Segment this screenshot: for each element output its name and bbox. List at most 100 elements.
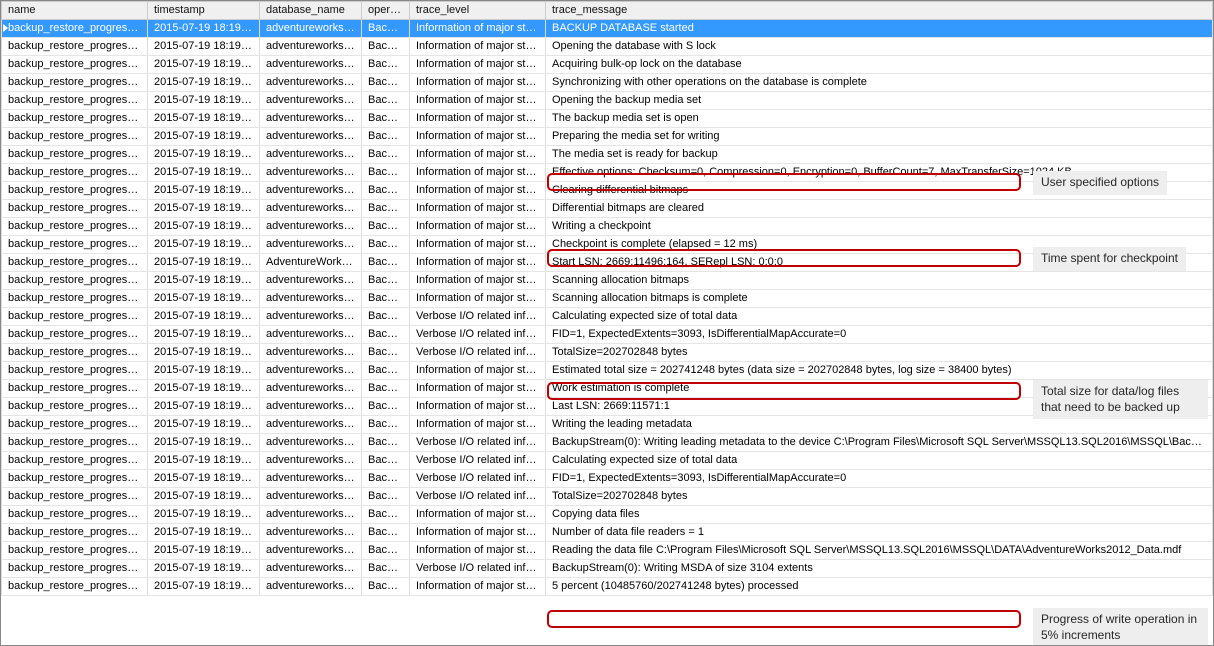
cell-name: backup_restore_progress_trace [2,380,148,398]
cell-operation: Backup [362,20,410,38]
col-header-trace-level[interactable]: trace_level [410,2,546,20]
cell-timestamp: 2015-07-19 18:19:56.... [148,470,260,488]
cell-timestamp: 2015-07-19 18:19:56.... [148,362,260,380]
table-row[interactable]: backup_restore_progress_trace2015-07-19 … [2,110,1213,128]
cell-timestamp: 2015-07-19 18:19:56.... [148,524,260,542]
table-row[interactable]: backup_restore_progress_trace2015-07-19 … [2,344,1213,362]
cell-message: Opening the backup media set [546,92,1213,110]
table-row[interactable]: backup_restore_progress_trace2015-07-19 … [2,236,1213,254]
cell-name: backup_restore_progress_trace [2,200,148,218]
cell-level: Verbose I/O related informati... [410,488,546,506]
table-row[interactable]: backup_restore_progress_trace2015-07-19 … [2,452,1213,470]
cell-name: backup_restore_progress_trace [2,506,148,524]
cell-name: backup_restore_progress_trace [2,56,148,74]
cell-timestamp: 2015-07-19 18:19:56.... [148,74,260,92]
cell-name: backup_restore_progress_trace [2,146,148,164]
cell-level: Information of major steps in ... [410,578,546,596]
table-row[interactable]: backup_restore_progress_trace2015-07-19 … [2,578,1213,596]
col-header-operation[interactable]: operati... [362,2,410,20]
table-row[interactable]: backup_restore_progress_trace2015-07-19 … [2,164,1213,182]
table-row[interactable]: backup_restore_progress_trace2015-07-19 … [2,308,1213,326]
cell-level: Information of major steps in ... [410,218,546,236]
cell-name: backup_restore_progress_trace [2,398,148,416]
cell-timestamp: 2015-07-19 18:19:56.... [148,110,260,128]
cell-timestamp: 2015-07-19 18:19:56.... [148,434,260,452]
cell-database: adventureworks2012 [260,128,362,146]
table-row[interactable]: backup_restore_progress_trace2015-07-19 … [2,470,1213,488]
cell-name: backup_restore_progress_trace [2,524,148,542]
callout-label-totalsize: Total size for data/log files that need … [1033,380,1208,419]
cell-timestamp: 2015-07-19 18:19:56.... [148,20,260,38]
cell-operation: Backup [362,506,410,524]
table-row[interactable]: backup_restore_progress_trace2015-07-19 … [2,272,1213,290]
table-row[interactable]: backup_restore_progress_trace2015-07-19 … [2,218,1213,236]
cell-message: FID=1, ExpectedExtents=3093, IsDifferent… [546,326,1213,344]
cell-timestamp: 2015-07-19 18:19:56.... [148,272,260,290]
cell-timestamp: 2015-07-19 18:19:56.... [148,236,260,254]
cell-timestamp: 2015-07-19 18:19:56.... [148,380,260,398]
table-row[interactable]: backup_restore_progress_trace2015-07-19 … [2,560,1213,578]
table-row[interactable]: backup_restore_progress_trace2015-07-19 … [2,38,1213,56]
cell-level: Verbose I/O related informati... [410,452,546,470]
table-row[interactable]: backup_restore_progress_trace2015-07-19 … [2,542,1213,560]
cell-database: adventureworks2012 [260,452,362,470]
table-row[interactable]: backup_restore_progress_trace2015-07-19 … [2,74,1213,92]
cell-operation: Backup [362,146,410,164]
table-row[interactable]: backup_restore_progress_trace2015-07-19 … [2,362,1213,380]
cell-message: Copying data files [546,506,1213,524]
trace-table[interactable]: name timestamp database_name operati... … [1,1,1213,596]
cell-level: Information of major steps in ... [410,254,546,272]
cell-level: Verbose I/O related informati... [410,308,546,326]
cell-database: adventureworks2012 [260,578,362,596]
header-row[interactable]: name timestamp database_name operati... … [2,2,1213,20]
table-row[interactable]: backup_restore_progress_trace2015-07-19 … [2,92,1213,110]
cell-timestamp: 2015-07-19 18:19:56.... [148,560,260,578]
table-row[interactable]: backup_restore_progress_trace2015-07-19 … [2,398,1213,416]
cell-timestamp: 2015-07-19 18:19:56.... [148,308,260,326]
cell-operation: Backup [362,326,410,344]
cell-level: Verbose I/O related informati... [410,326,546,344]
cell-level: Information of major steps in ... [410,182,546,200]
cell-operation: Backup [362,578,410,596]
cell-database: adventureworks2012 [260,38,362,56]
table-row[interactable]: backup_restore_progress_trace2015-07-19 … [2,128,1213,146]
col-header-database-name[interactable]: database_name [260,2,362,20]
table-row[interactable]: backup_restore_progress_trace2015-07-19 … [2,146,1213,164]
cell-operation: Backup [362,38,410,56]
table-row[interactable]: backup_restore_progress_trace2015-07-19 … [2,488,1213,506]
cell-database: adventureworks2012 [260,92,362,110]
cell-timestamp: 2015-07-19 18:19:56.... [148,218,260,236]
col-header-trace-message[interactable]: trace_message [546,2,1213,20]
cell-timestamp: 2015-07-19 18:19:56.... [148,164,260,182]
table-row[interactable]: backup_restore_progress_trace2015-07-19 … [2,326,1213,344]
cell-database: adventureworks2012 [260,506,362,524]
col-header-name[interactable]: name [2,2,148,20]
cell-level: Verbose I/O related informati... [410,344,546,362]
cell-timestamp: 2015-07-19 18:19:56.... [148,254,260,272]
cell-message: Scanning allocation bitmaps [546,272,1213,290]
table-row[interactable]: backup_restore_progress_trace2015-07-19 … [2,524,1213,542]
cell-operation: Backup [362,308,410,326]
cell-message: The backup media set is open [546,110,1213,128]
cell-timestamp: 2015-07-19 18:19:56.... [148,416,260,434]
table-row[interactable]: backup_restore_progress_trace2015-07-19 … [2,200,1213,218]
table-row[interactable]: backup_restore_progress_trace2015-07-19 … [2,20,1213,38]
table-row[interactable]: backup_restore_progress_trace2015-07-19 … [2,56,1213,74]
cell-name: backup_restore_progress_trace [2,326,148,344]
cell-database: adventureworks2012 [260,524,362,542]
cell-operation: Backup [362,92,410,110]
table-row[interactable]: backup_restore_progress_trace2015-07-19 … [2,506,1213,524]
cell-name: backup_restore_progress_trace [2,92,148,110]
cell-timestamp: 2015-07-19 18:19:56.... [148,452,260,470]
cell-level: Information of major steps in ... [410,146,546,164]
table-row[interactable]: backup_restore_progress_trace2015-07-19 … [2,416,1213,434]
table-row[interactable]: backup_restore_progress_trace2015-07-19 … [2,434,1213,452]
cell-timestamp: 2015-07-19 18:19:56.... [148,488,260,506]
callout-label-progress: Progress of write operation in 5% increm… [1033,608,1208,646]
table-row[interactable]: backup_restore_progress_trace2015-07-19 … [2,380,1213,398]
table-row[interactable]: backup_restore_progress_trace2015-07-19 … [2,290,1213,308]
table-row[interactable]: backup_restore_progress_trace2015-07-19 … [2,254,1213,272]
cell-name: backup_restore_progress_trace [2,128,148,146]
col-header-timestamp[interactable]: timestamp [148,2,260,20]
table-row[interactable]: backup_restore_progress_trace2015-07-19 … [2,182,1213,200]
